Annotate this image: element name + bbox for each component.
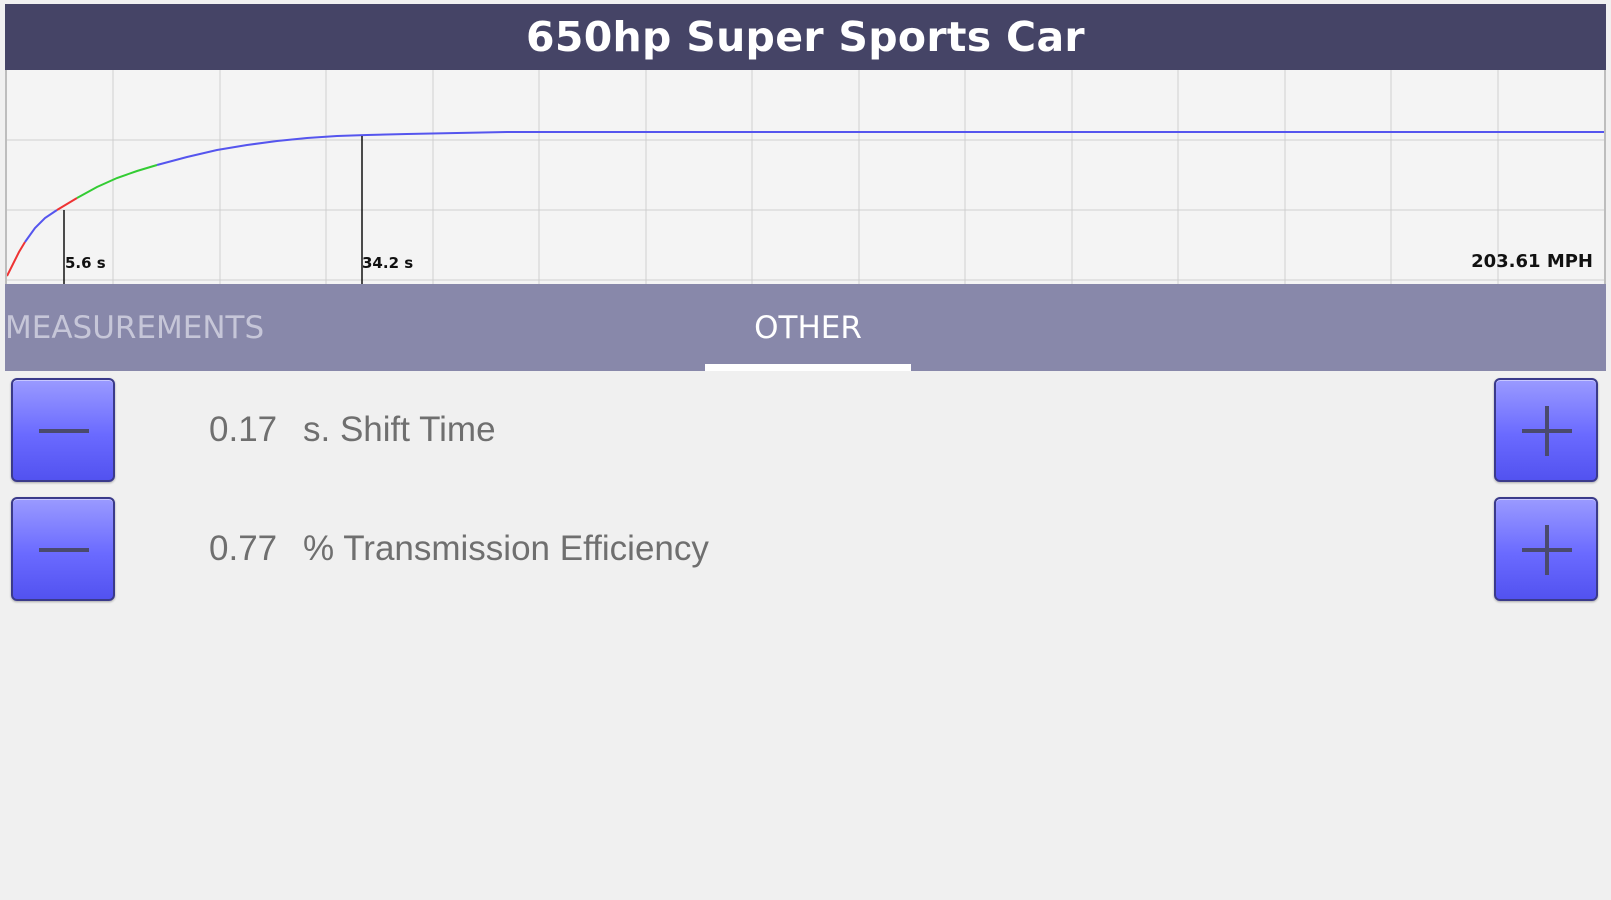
shift-time-label: s. Shift Time [303,410,496,449]
speed-graph-canvas: 5.6 s 34.2 s 203.61 MPH [7,70,1604,284]
tab-measurements[interactable]: MEASUREMENTS [5,284,305,371]
speed-curve-blue-1 [24,209,58,243]
minus-icon [39,429,89,433]
speed-graph: 5.6 s 34.2 s 203.61 MPH [5,70,1606,284]
setting-row-shift-time: 0.17 s. Shift Time [0,378,1611,488]
decrease-shift-time-button[interactable] [11,378,115,482]
transmission-efficiency-label: % Transmission Efficiency [303,529,709,568]
top-speed-label: 203.61 MPH [1471,251,1593,272]
plus-icon [1522,406,1572,456]
app-root: 650hp Super Sports Car 5.6 s 34.2 s 203.… [0,0,1611,900]
minus-icon [39,548,89,552]
marker-label-2: 34.2 s [362,254,413,272]
graph-grid [7,70,1604,284]
speed-curve-red-1 [7,241,26,277]
shift-time-value: 0.17 [209,410,278,449]
tab-other[interactable]: OTHER [705,284,911,371]
page-title: 650hp Super Sports Car [5,4,1606,70]
speed-curve-red-2 [56,197,78,211]
active-tab-indicator [705,364,911,371]
speed-curve-green [76,164,158,199]
marker-label-1: 5.6 s [65,254,106,272]
increase-shift-time-button[interactable] [1494,378,1598,482]
decrease-transmission-efficiency-button[interactable] [11,497,115,601]
transmission-efficiency-value: 0.77 [209,529,278,568]
speed-curve-blue-main [156,131,1604,166]
increase-transmission-efficiency-button[interactable] [1494,497,1598,601]
setting-row-transmission-efficiency: 0.77 % Transmission Efficiency [0,497,1611,607]
plus-icon [1522,525,1572,575]
tab-bar: MEASUREMENTS OTHER [5,284,1606,371]
